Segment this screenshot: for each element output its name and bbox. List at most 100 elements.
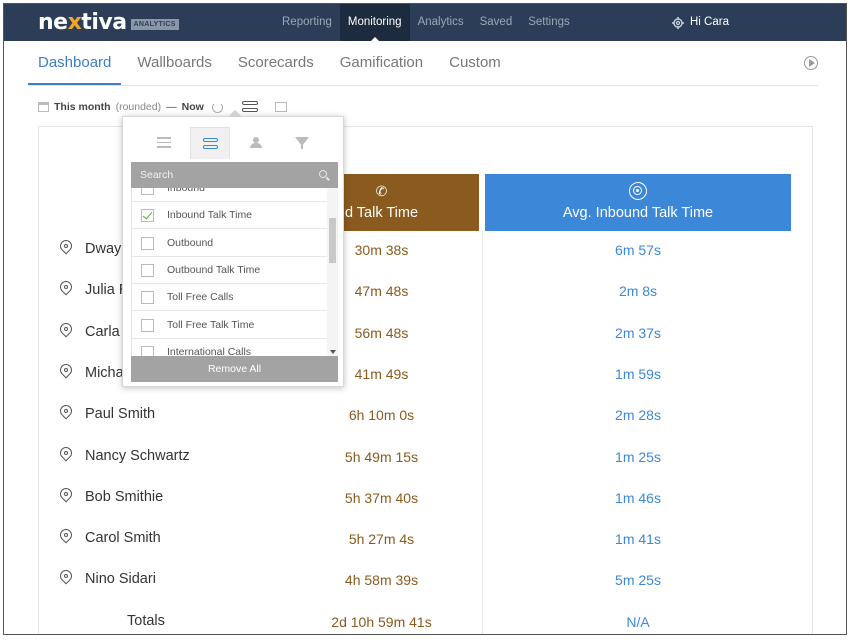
checkbox[interactable] [141,318,154,332]
date-dash: — [166,101,177,113]
checkbox[interactable] [141,263,154,277]
user-menu[interactable]: Hi Cara [672,4,729,41]
avg-inbound-talk-time-value: 2m 37s [615,324,661,341]
date-period[interactable]: This month [54,101,111,113]
avg-inbound-talk-time-value: 2m 28s [615,407,661,424]
image-icon[interactable] [274,102,287,112]
table-row: Bob Smithie 5h 37m 40s 1m 46s [39,479,814,520]
scrollbar[interactable] [327,188,338,357]
sliders-icon[interactable] [241,101,258,113]
checkbox[interactable] [141,209,154,223]
agent-name[interactable]: Nancy Schwartz [85,448,190,464]
remove-all-button[interactable]: Remove All [131,356,338,382]
target-icon [629,182,647,200]
refresh-icon[interactable] [211,101,223,113]
location-pin-icon [57,402,75,423]
logo-badge: ANALYTICS [130,19,179,30]
user-greeting: Hi Cara [690,16,729,28]
agent-name[interactable]: Carla [85,324,120,340]
metric-list-item[interactable]: Outbound Talk Time [132,257,328,284]
agent-name[interactable]: Micha [85,365,124,381]
inbound-talk-time-value: 5h 49m 15s [344,448,419,465]
checkbox[interactable] [141,236,154,250]
avg-inbound-talk-time-value: 6m 57s [615,242,661,258]
tab-gamification[interactable]: Gamification [330,41,433,85]
popover-search [131,162,338,188]
avg-inbound-talk-time-value: 5m 25s [615,572,661,589]
logo[interactable]: nextiva ANALYTICS [38,10,179,35]
nav-reporting[interactable]: Reporting [274,4,340,41]
avg-inbound-talk-time-value: N/A [626,613,650,630]
avg-inbound-talk-time-value: 1m 59s [615,365,661,382]
inbound-talk-time-value: 6h 10m 0s [348,407,415,424]
metric-list-item[interactable]: Toll Free Calls [132,284,328,312]
dashboard-tabs: Dashboard Wallboards Scorecards Gamifica… [28,41,818,86]
popover-tabs [123,127,343,159]
avg-inbound-talk-time-value: 1m 41s [615,531,661,548]
top-bar: nextiva ANALYTICS Reporting Monitoring A… [4,4,846,42]
nav-settings[interactable]: Settings [520,4,578,41]
tab-dashboard[interactable]: Dashboard [28,41,122,85]
metric-list-item[interactable]: Inbound Talk Time [132,202,328,230]
phone-clock-icon: ✆ [375,183,388,199]
metric-label: Toll Free Calls [167,291,234,304]
search-input[interactable] [131,162,338,188]
metric-list-item[interactable]: International Calls [132,339,328,357]
metric-label: Outbound Talk Time [167,263,261,276]
metric-label: Outbound [167,236,214,249]
popover-tab-list[interactable] [144,127,184,159]
sliders-icon [203,138,218,152]
metric-list-item[interactable]: Outbound [132,230,328,257]
nav-saved[interactable]: Saved [472,4,521,41]
table-row: Nino Sidari 4h 58m 39s 5m 25s [39,561,814,602]
avg-inbound-talk-time-value: 1m 25s [615,448,661,465]
location-pin-icon [57,526,75,547]
inbound-talk-time-value: 4h 58m 39s [344,572,419,589]
location-pin-icon [57,361,75,382]
agent-name[interactable]: Carol Smith [85,530,161,546]
table-row: Paul Smith 6h 10m 0s 2m 28s [39,396,814,437]
inbound-talk-time-value: 5h 27m 4s [348,531,415,548]
app-window: nextiva ANALYTICS Reporting Monitoring A… [3,3,847,635]
metric-label: Inbound [167,188,205,194]
totals-row: Totals 2d 10h 59m 41s N/A [39,603,814,634]
location-pin-icon [57,567,75,588]
nav-analytics[interactable]: Analytics [410,4,472,41]
list-icon [157,137,171,151]
metric-label: Inbound Talk Time [167,209,253,222]
checkbox[interactable] [141,188,154,195]
checkbox[interactable] [141,291,154,305]
calendar-icon[interactable] [38,102,49,112]
filter-icon [295,137,309,149]
popover-tab-metrics[interactable] [190,127,230,159]
agent-name[interactable]: Paul Smith [85,406,155,422]
location-pin-icon [57,237,75,258]
gear-icon [672,16,684,29]
tab-scorecards[interactable]: Scorecards [228,41,324,85]
search-icon[interactable] [319,170,327,178]
scroll-down-icon[interactable] [330,350,336,354]
location-pin-icon [57,320,75,341]
table-row: Carol Smith 5h 27m 4s 1m 41s [39,520,814,561]
tab-custom[interactable]: Custom [439,41,511,85]
nav-monitoring[interactable]: Monitoring [339,4,410,42]
column-header-avg-inbound-talk-time[interactable]: Avg. Inbound Talk Time [485,174,791,231]
tab-wallboards[interactable]: Wallboards [127,41,221,85]
location-pin-icon [57,444,75,465]
agent-name[interactable]: Nino Sidari [85,571,156,587]
date-end: Now [181,101,204,113]
agent-name[interactable]: Dway [85,241,121,257]
popover-tab-people[interactable] [236,127,276,159]
play-icon[interactable] [804,56,818,70]
agent-name[interactable]: Bob Smithie [85,489,163,505]
metric-label: Toll Free Talk Time [167,318,255,331]
totals-label: Totals [127,612,165,629]
column-chooser-popover: Inbound Inbound Talk Time Outbound Outbound… [122,110,344,387]
metric-list-item[interactable]: Inbound [132,188,328,202]
people-icon [250,137,262,148]
inbound-talk-time-value: 5h 37m 40s [344,489,419,506]
scrollbar-thumb[interactable] [329,218,336,263]
metric-list-item[interactable]: Toll Free Talk Time [132,312,328,339]
popover-tab-filter[interactable] [282,127,322,159]
metric-list: Inbound Inbound Talk Time Outbound Outbound… [131,188,338,357]
